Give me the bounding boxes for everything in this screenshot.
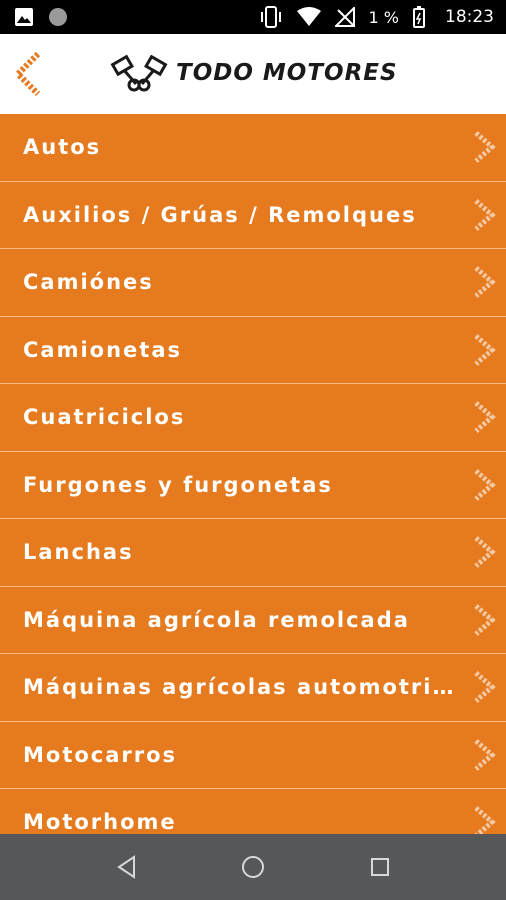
list-item[interactable]: Motorhome xyxy=(0,789,506,834)
chevron-right-icon xyxy=(474,131,496,163)
vibrate-icon xyxy=(260,6,281,28)
status-right: 1 % 18:23 xyxy=(259,6,494,28)
image-icon xyxy=(15,8,33,26)
brand-name: TODO MOTORES xyxy=(176,60,398,86)
list-item-label: Auxilios / Grúas / Remolques xyxy=(23,202,417,227)
chevron-right-icon xyxy=(474,671,496,703)
list-item[interactable]: Auxilios / Grúas / Remolques xyxy=(0,181,506,249)
list-item[interactable]: Furgones y furgonetas xyxy=(0,451,506,519)
list-item[interactable]: Camiónes xyxy=(0,249,506,317)
category-list: Autos Auxilios / Grúas / Remolques Camió… xyxy=(0,114,506,834)
status-left xyxy=(14,7,68,27)
chevron-right-icon xyxy=(474,536,496,568)
brand-logo: TODO MOTORES xyxy=(110,54,398,92)
pistons-icon xyxy=(110,54,168,92)
list-item[interactable]: Máquina agrícola remolcada xyxy=(0,586,506,654)
chevron-right-icon xyxy=(474,198,496,231)
list-item[interactable]: Máquinas agrícolas automotrices xyxy=(0,654,506,722)
battery-icon xyxy=(413,6,425,28)
list-item-label: Lanchas xyxy=(23,540,134,564)
circle-icon xyxy=(49,8,67,26)
list-item-label: Autos xyxy=(23,135,102,159)
list-item-label: Máquina agrícola remolcada xyxy=(23,607,410,632)
chevron-right-icon xyxy=(474,333,496,366)
status-bar: 1 % 18:23 xyxy=(0,0,506,34)
list-item-label: Máquinas agrícolas automotrices xyxy=(23,675,463,699)
list-item-label: Camiónes xyxy=(23,270,154,294)
chevron-left-icon xyxy=(13,51,41,97)
no-signal-icon xyxy=(334,7,355,27)
chevron-right-icon xyxy=(474,806,496,834)
chevron-right-icon xyxy=(474,738,496,771)
list-item[interactable]: Cuatriciclos xyxy=(0,384,506,452)
back-triangle-icon[interactable] xyxy=(114,854,140,880)
battery-percent: 1 % xyxy=(368,7,399,27)
chevron-right-icon xyxy=(474,401,496,433)
list-item-label: Furgones y furgonetas xyxy=(23,472,333,497)
home-circle-icon[interactable] xyxy=(240,854,266,880)
recents-square-icon[interactable] xyxy=(367,854,393,880)
list-item[interactable]: Autos xyxy=(0,114,506,182)
list-item[interactable]: Lanchas xyxy=(0,519,506,587)
chevron-right-icon xyxy=(474,468,496,501)
app-header: TODO MOTORES xyxy=(0,34,506,114)
chevron-right-icon xyxy=(474,266,496,298)
clock: 18:23 xyxy=(445,7,494,27)
list-item-label: Cuatriciclos xyxy=(23,405,186,429)
wifi-icon xyxy=(296,7,321,26)
list-item-label: Camionetas xyxy=(23,337,182,362)
chevron-right-icon xyxy=(474,603,496,636)
list-item[interactable]: Camionetas xyxy=(0,316,506,384)
back-button[interactable] xyxy=(10,50,50,98)
system-nav-bar xyxy=(0,834,506,900)
list-item-label: Motorhome xyxy=(23,810,177,834)
list-item-label: Motocarros xyxy=(23,742,178,767)
list-item[interactable]: Motocarros xyxy=(0,721,506,789)
